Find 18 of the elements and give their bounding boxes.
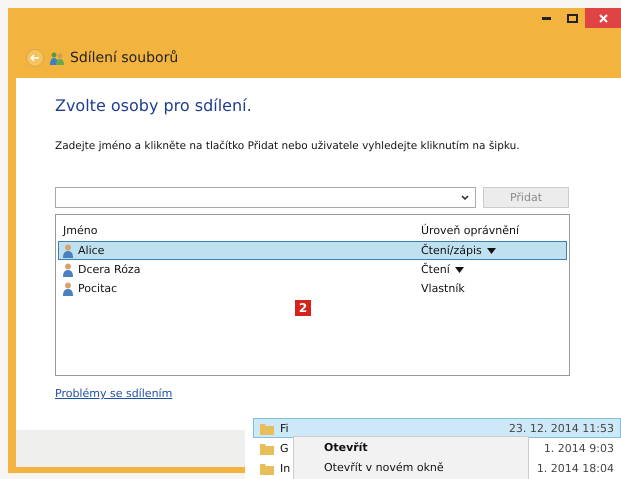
user-name: Pocitac — [78, 282, 118, 295]
user-name: Alice — [78, 244, 104, 257]
permission-level: Čtení — [421, 263, 450, 276]
user-name: Dcera Róza — [78, 263, 140, 276]
column-header: Jméno — [63, 224, 98, 236]
callout-number: 2 — [295, 300, 311, 316]
file-name: In — [280, 462, 290, 474]
file-name: Fi — [280, 422, 289, 434]
file-name: G — [280, 442, 289, 454]
permission-level: Vlastník — [421, 282, 465, 295]
permission-level: Čtení/zápis — [421, 244, 482, 257]
instruction-text: Zadejte jméno a klikněte na tlačítko Přidat nebo uživatele vyhledejte kliknutím na šipku. — [55, 140, 521, 152]
file-date: 1. 2014 18:04 — [536, 462, 614, 474]
file-date: 1. 2014 9:03 — [544, 442, 614, 454]
file-date: 23. 12. 2014 11:53 — [508, 422, 614, 434]
heading: Zvolte osoby pro sdílení. — [55, 96, 253, 115]
column-header: Úroveň oprávnění — [421, 224, 520, 236]
window-title: Sdílení souborů — [70, 50, 178, 66]
